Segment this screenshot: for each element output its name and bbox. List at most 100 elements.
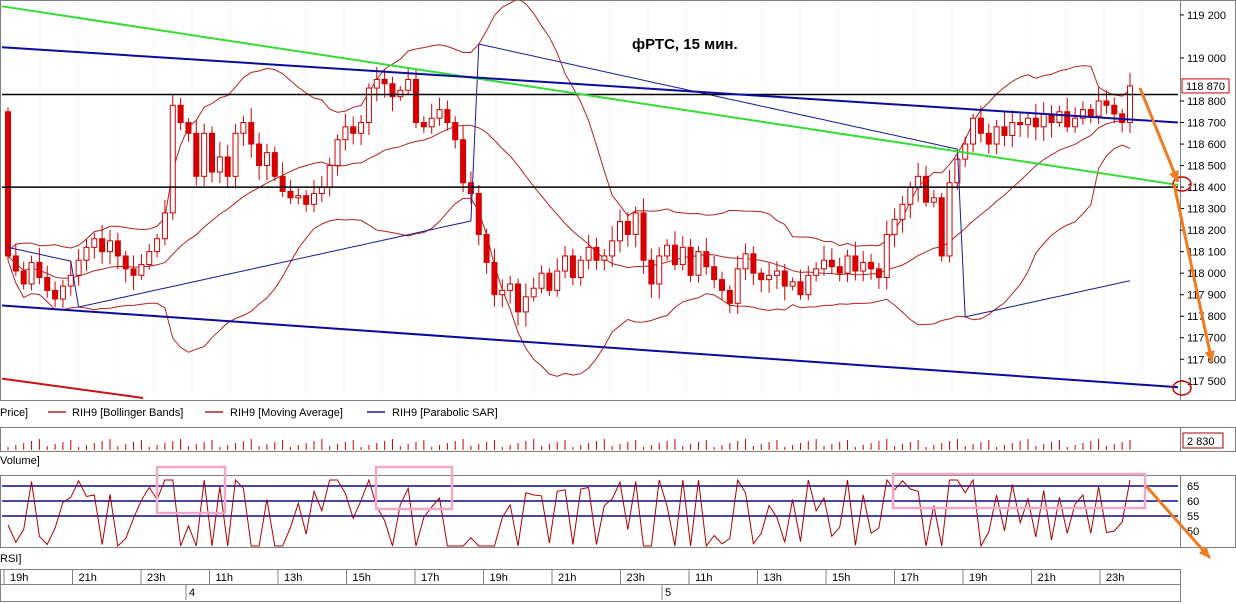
- candle-body: [946, 182, 953, 257]
- candle-body: [766, 274, 773, 281]
- candle-body: [91, 238, 98, 248]
- time-tick-label: 17h: [901, 572, 919, 584]
- legend-item-price: Price]: [0, 407, 28, 419]
- candle-body: [750, 253, 757, 274]
- time-tick-label: 13h: [764, 572, 782, 584]
- candle-body: [146, 251, 153, 266]
- time-tick-label: 23h: [627, 572, 645, 584]
- candle-body: [789, 281, 796, 287]
- time-tick-label: 17h: [421, 572, 439, 584]
- trend-line: [1, 304, 1179, 389]
- candle-body: [59, 285, 66, 300]
- candle-body: [515, 283, 521, 313]
- candle-body: [1040, 113, 1047, 128]
- time-tick-label: 15h: [353, 572, 371, 584]
- candle-body: [83, 246, 90, 261]
- time-tick-label: 23h: [1106, 572, 1124, 584]
- candle-body: [373, 78, 380, 89]
- candle-body: [12, 255, 19, 272]
- time-tick-label: 13h: [284, 572, 302, 584]
- moving-average: [7, 118, 1131, 279]
- candle-body: [28, 261, 35, 285]
- candle-body: [169, 104, 176, 214]
- candle-body: [1017, 122, 1024, 126]
- time-tick-label: 19h: [10, 572, 28, 584]
- legend-item-bollinger: RIH9 [Bollinger Bands]: [72, 407, 183, 419]
- time-tick-label: 21h: [1038, 572, 1056, 584]
- candle-body: [671, 244, 678, 266]
- trend-line: [1, 5, 1179, 186]
- candle-body: [899, 203, 906, 220]
- candle-body: [938, 197, 945, 257]
- price-tick-label: 118 700: [1187, 118, 1226, 130]
- candle-body: [1072, 117, 1079, 128]
- candle-body: [185, 122, 192, 134]
- candle-body: [1087, 109, 1094, 117]
- candle-body: [318, 186, 325, 195]
- candle-body: [836, 266, 843, 274]
- candle-body: [405, 78, 412, 91]
- volume-label: Volume]: [0, 455, 40, 467]
- candle-body: [1103, 100, 1110, 106]
- candle-body: [844, 255, 851, 274]
- price-tick-label: 119 200: [1187, 10, 1226, 22]
- time-tick-label: 19h: [490, 572, 508, 584]
- candle-body: [703, 251, 710, 268]
- candle-body: [334, 139, 341, 167]
- candle-body: [679, 246, 686, 266]
- candle-body: [930, 197, 937, 203]
- candle-body: [413, 78, 419, 124]
- price-tick-label: 118 100: [1187, 247, 1226, 259]
- candle-body: [601, 255, 608, 261]
- price-tick-label: 117 900: [1187, 290, 1226, 302]
- bollinger-bands: [7, 0, 1131, 377]
- candle-body: [224, 156, 231, 177]
- bollinger-lower: [7, 144, 1131, 377]
- rsi-label: RSI]: [0, 553, 21, 565]
- candle-body: [263, 152, 270, 167]
- candle-body: [719, 279, 725, 291]
- candle-body: [365, 87, 372, 124]
- day-label: 5: [665, 587, 671, 599]
- candle-body: [52, 289, 59, 300]
- candle-body: [350, 126, 357, 134]
- candle-body: [797, 281, 804, 296]
- legend-item-ma: RIH9 [Moving Average]: [230, 407, 343, 419]
- candle-body: [585, 246, 592, 261]
- price-tick-label: 117 600: [1187, 354, 1226, 366]
- candle-body: [499, 289, 506, 296]
- candle-body: [397, 89, 404, 98]
- candle-body: [711, 266, 718, 281]
- candle-body: [75, 259, 82, 276]
- candle-body: [726, 289, 733, 304]
- candle-body: [821, 259, 827, 270]
- candle-body: [985, 132, 992, 145]
- candle-body: [342, 126, 349, 141]
- price-tick-label: 118 600: [1187, 139, 1226, 151]
- candle-body: [624, 221, 631, 235]
- candle-body: [907, 186, 914, 205]
- candle-body: [44, 276, 51, 291]
- time-tick-label: 23h: [147, 572, 165, 584]
- candle-body: [852, 255, 859, 272]
- price-tick-label: 117 800: [1187, 311, 1226, 323]
- candle-body: [522, 296, 529, 313]
- candle-body: [161, 212, 168, 240]
- price-chart[interactable]: 119 200 119 000 118 800 118 700 118 600 118 5…: [0, 0, 1236, 604]
- candle-body: [569, 255, 576, 278]
- candle-body: [993, 126, 1000, 145]
- candle-body: [1009, 122, 1016, 136]
- candle-body: [1001, 126, 1008, 136]
- candle-body: [240, 122, 247, 134]
- candle-body: [546, 272, 553, 291]
- candle-body: [883, 233, 890, 278]
- candle-body: [507, 283, 514, 291]
- candle-body: [491, 261, 498, 296]
- candle-body: [201, 132, 208, 177]
- candle-body: [138, 264, 145, 276]
- candle-body: [5, 111, 11, 257]
- grid: [39, 2, 1143, 398]
- price-tick-label: 118 800: [1187, 96, 1226, 108]
- price-tick-label: 119 000: [1187, 53, 1226, 65]
- candle-body: [593, 246, 600, 261]
